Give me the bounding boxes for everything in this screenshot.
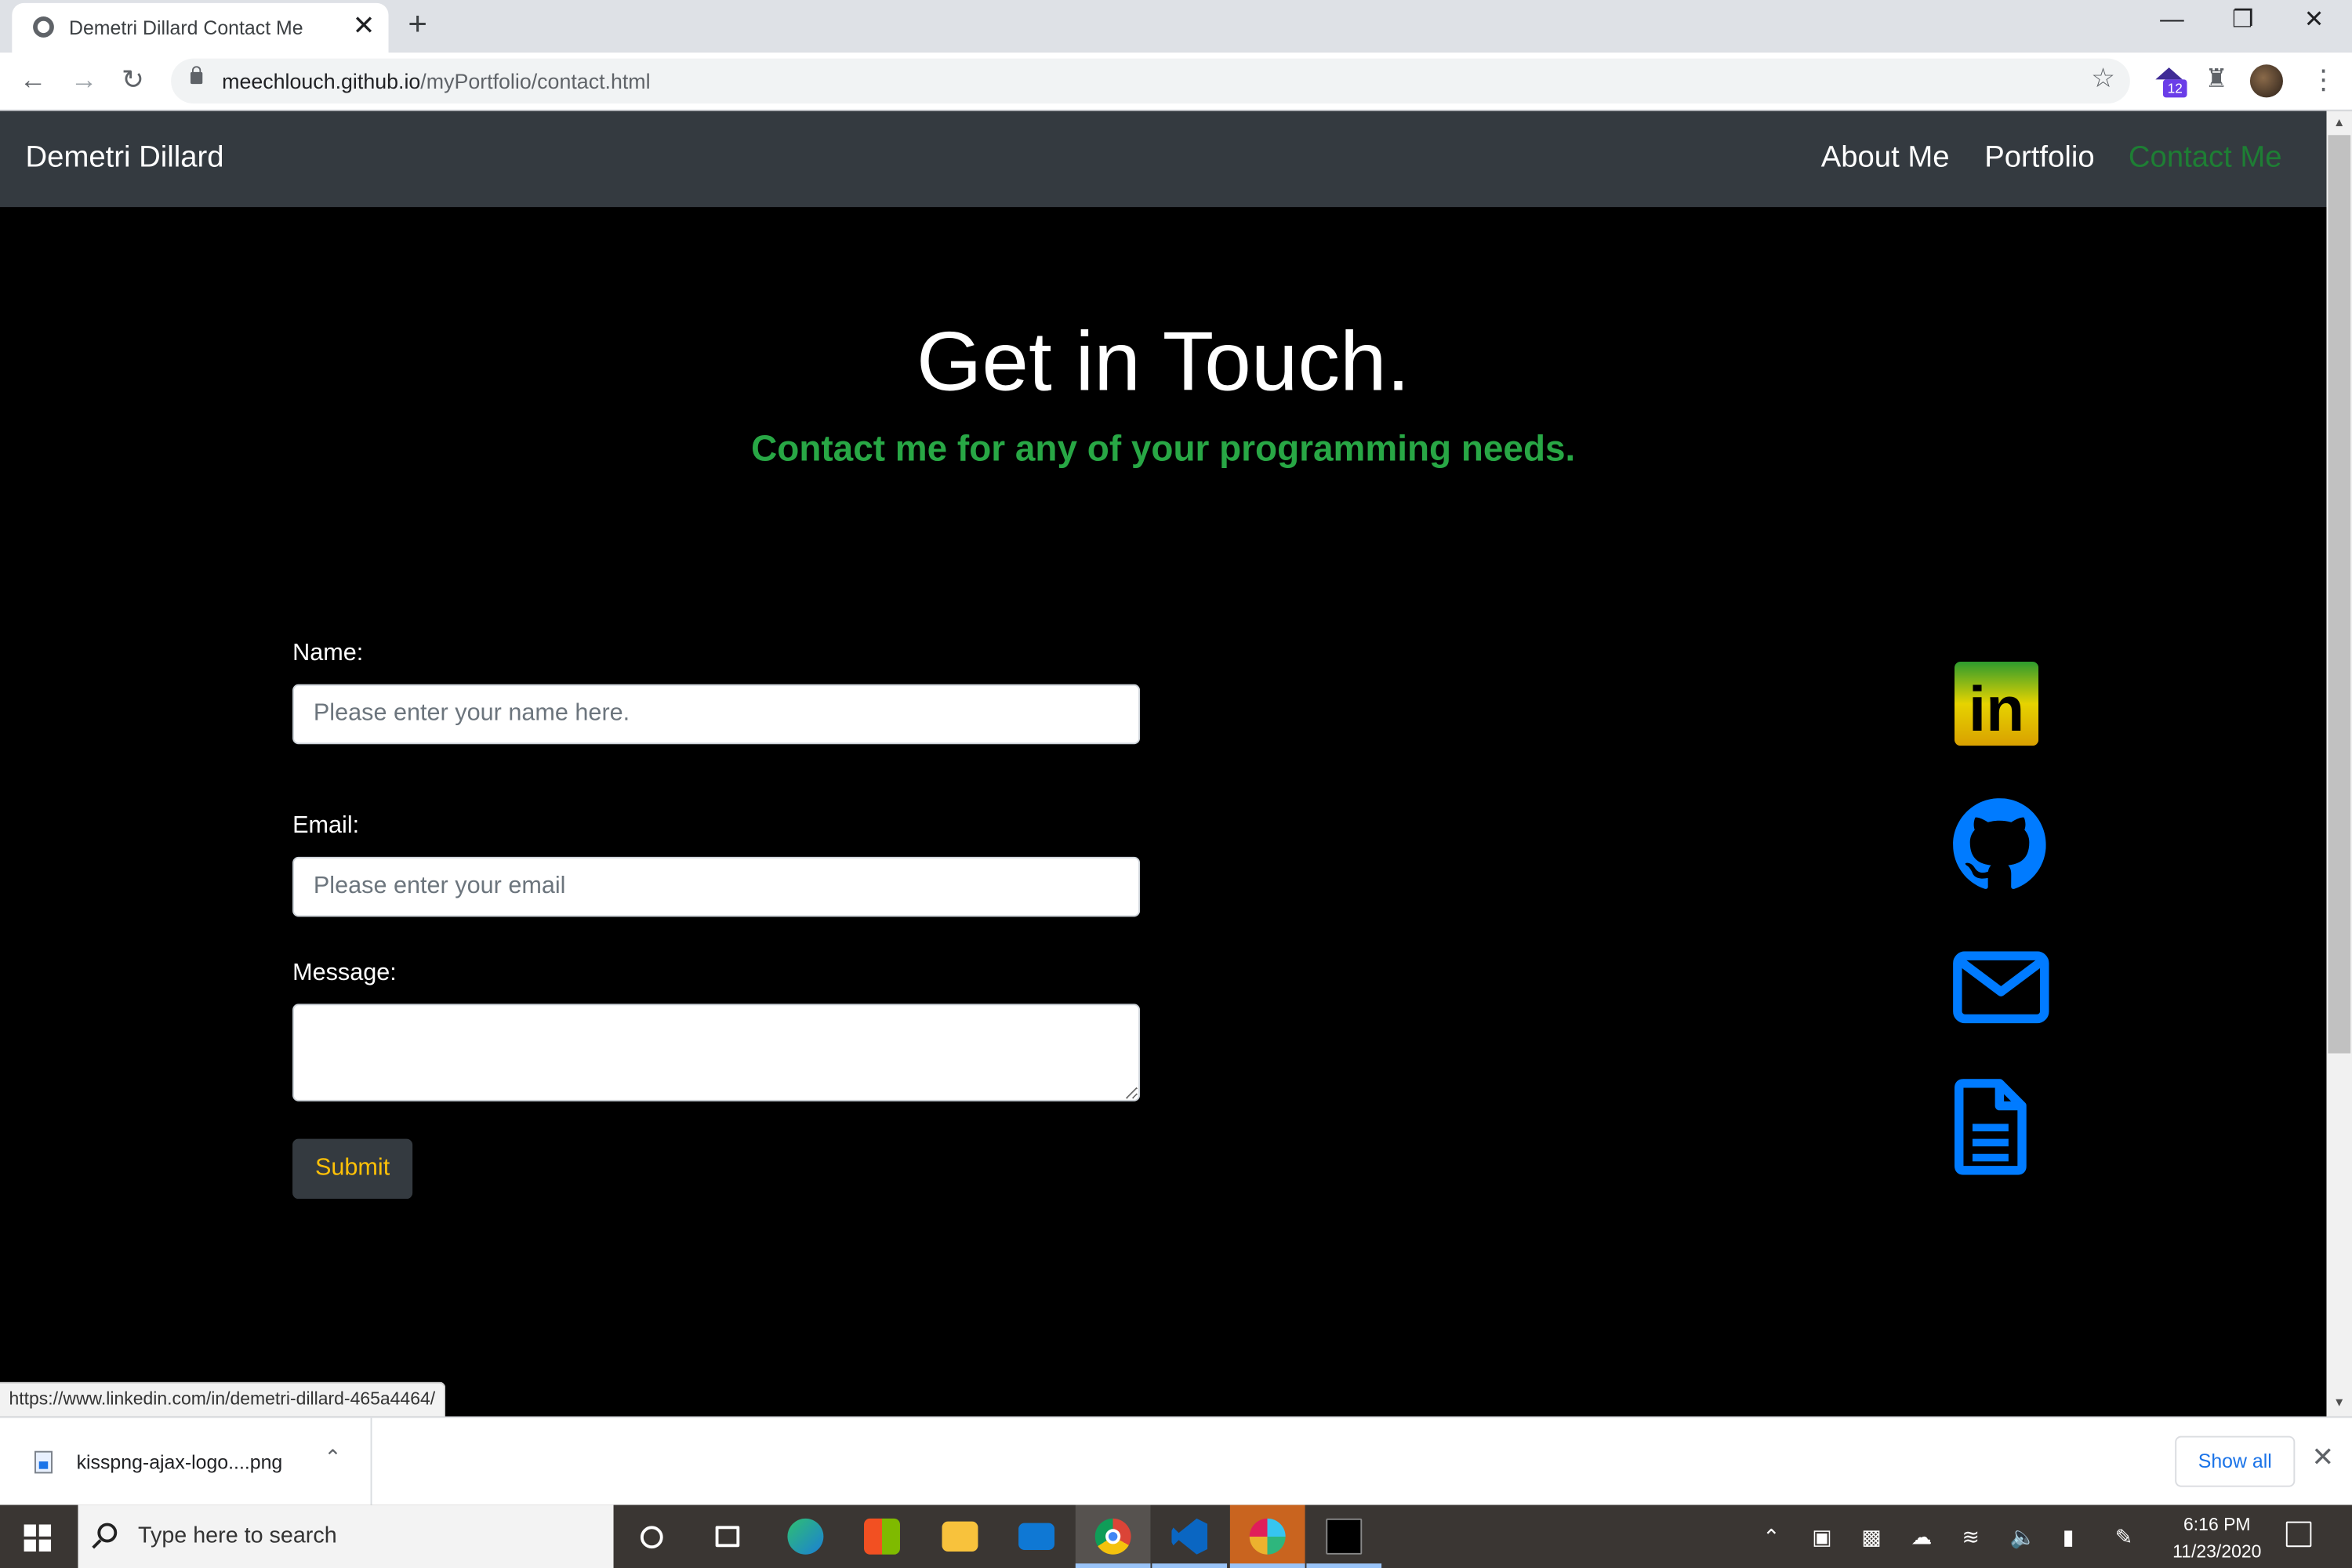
notifications-icon[interactable]: [2285, 1521, 2312, 1548]
browser-tab[interactable]: Demetri Dillard Contact Me ✕: [12, 2, 389, 53]
extensions-puzzle-icon[interactable]: ♜: [2205, 64, 2227, 94]
windows-start-icon[interactable]: [24, 1524, 52, 1552]
tab-close-icon[interactable]: ✕: [353, 10, 376, 40]
globe-icon: [33, 16, 54, 38]
page-subtitle: Contact me for any of your programming n…: [751, 429, 1576, 470]
meet-now-icon[interactable]: ▣: [1812, 1523, 1831, 1550]
bookmark-star-icon[interactable]: ☆: [2091, 63, 2115, 94]
more-menu-icon[interactable]: ⋮: [2310, 64, 2336, 94]
window-close-button[interactable]: ✕: [2304, 6, 2325, 36]
page-title: Get in Touch.: [916, 314, 1410, 408]
wifi-icon[interactable]: ≋: [1962, 1523, 1980, 1550]
scroll-up-arrow-icon[interactable]: ▲: [2328, 115, 2350, 129]
nav-portfolio[interactable]: Portfolio: [1984, 141, 2094, 176]
edge-browser-icon[interactable]: [768, 1505, 844, 1568]
onedrive-cloud-icon[interactable]: ☁: [1911, 1523, 1932, 1550]
back-arrow-icon[interactable]: ←: [20, 63, 46, 96]
email-label: Email:: [292, 813, 360, 839]
mail-icon[interactable]: [999, 1505, 1074, 1568]
resume-document-icon[interactable]: [1954, 1079, 2027, 1175]
browser-tab-strip: Demetri Dillard Contact Me ✕ + — ❐ ✕: [0, 0, 2352, 53]
download-bar: kisspng-ajax-logo....png ⌃ Show all ✕: [0, 1416, 2352, 1505]
clock-time: 6:16 PM: [2183, 1514, 2251, 1535]
scroll-down-arrow-icon[interactable]: ▼: [2328, 1396, 2350, 1409]
minimize-button[interactable]: —: [2160, 6, 2184, 36]
image-file-icon: [34, 1450, 53, 1474]
link-status-bar: https://www.linkedin.com/in/demetri-dill…: [0, 1381, 446, 1417]
linkedin-icon-text: in: [1969, 674, 2024, 745]
microsoft-store-icon[interactable]: [844, 1505, 920, 1568]
profile-avatar[interactable]: [2249, 64, 2283, 98]
restore-button[interactable]: ❐: [2232, 6, 2253, 36]
volume-icon[interactable]: 🔈: [2010, 1523, 2036, 1550]
extension-badge: 12: [2162, 79, 2187, 98]
battery-icon[interactable]: ▮: [2063, 1523, 2074, 1550]
graduation-cap-extension-icon[interactable]: 12: [2154, 64, 2187, 98]
name-label: Name:: [292, 641, 364, 666]
taskbar-search-placeholder: Type here to search: [138, 1523, 337, 1549]
url-path: /myPortfolio/contact.html: [420, 69, 651, 93]
nav-contact-me[interactable]: Contact Me: [2129, 141, 2282, 176]
url-host: meechlouch.github.io: [222, 69, 421, 93]
browser-toolbar: ← → ↻ meechlouch.github.io/myPortfolio/c…: [0, 52, 2352, 111]
site-brand[interactable]: Demetri Dillard: [26, 141, 224, 176]
name-input[interactable]: [292, 684, 1141, 745]
email-input[interactable]: [292, 856, 1141, 917]
tray-overflow-chevron-icon[interactable]: ⌃: [1762, 1523, 1780, 1550]
chevron-up-icon[interactable]: ⌃: [324, 1445, 341, 1471]
forward-arrow-icon[interactable]: →: [71, 63, 97, 96]
chrome-icon[interactable]: [1075, 1504, 1151, 1568]
page-viewport: Demetri Dillard About Me Portfolio Conta…: [0, 111, 2327, 1417]
file-explorer-icon[interactable]: [923, 1505, 998, 1568]
show-all-button[interactable]: Show all: [2175, 1436, 2296, 1487]
lock-icon: [190, 66, 203, 85]
tab-title: Demetri Dillard Contact Me: [69, 16, 303, 39]
reload-icon[interactable]: ↻: [122, 63, 144, 96]
download-bar-close-icon[interactable]: ✕: [2311, 1442, 2334, 1473]
clock-date: 11/23/2020: [2172, 1541, 2262, 1563]
download-item[interactable]: kisspng-ajax-logo....png ⌃: [0, 1417, 372, 1505]
linkedin-icon[interactable]: in: [1954, 662, 2039, 746]
vscode-icon[interactable]: [1152, 1505, 1228, 1568]
taskbar-search-box[interactable]: Type here to search: [78, 1504, 614, 1568]
pen-icon[interactable]: ✎: [2115, 1523, 2132, 1550]
url-text[interactable]: meechlouch.github.io/myPortfolio/contact…: [222, 69, 650, 93]
address-bar[interactable]: meechlouch.github.io/myPortfolio/contact…: [171, 58, 2130, 104]
display-icon[interactable]: ▩: [1861, 1523, 1881, 1550]
nav-about-me[interactable]: About Me: [1821, 141, 1950, 176]
cortana-icon[interactable]: [615, 1505, 690, 1568]
windows-taskbar: Type here to search ⌃ ▣ ▩ ☁ ≋ 🔈 ▮ ✎ 6:16…: [0, 1504, 2352, 1568]
download-file-name[interactable]: kisspng-ajax-logo....png: [77, 1451, 283, 1474]
message-label: Message:: [292, 960, 397, 986]
scrollbar-thumb[interactable]: [2328, 135, 2351, 1054]
email-icon[interactable]: [1953, 951, 2049, 1024]
new-tab-button[interactable]: +: [408, 5, 427, 42]
site-navbar: Demetri Dillard About Me Portfolio Conta…: [0, 111, 2327, 208]
terminal-icon[interactable]: [1306, 1505, 1382, 1568]
search-icon: [97, 1523, 118, 1543]
taskbar-clock[interactable]: 6:16 PM 11/23/2020: [2160, 1511, 2274, 1565]
submit-button[interactable]: Submit: [292, 1138, 413, 1200]
screen: Demetri Dillard Contact Me ✕ + — ❐ ✕ ← →…: [0, 0, 2352, 1568]
github-icon[interactable]: [1953, 798, 2046, 891]
slack-icon[interactable]: [1229, 1504, 1305, 1568]
message-textarea[interactable]: [292, 1004, 1141, 1102]
task-view-icon[interactable]: [690, 1505, 765, 1568]
